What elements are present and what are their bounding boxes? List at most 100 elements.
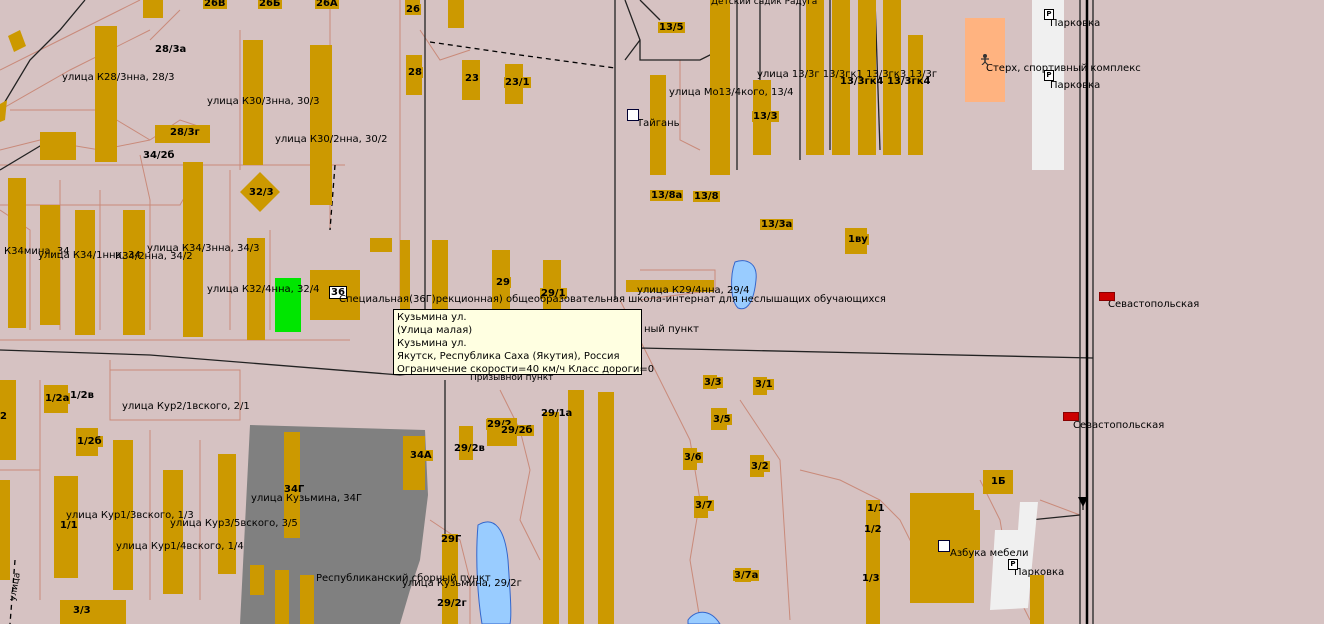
tooltip-line-2: (Улица малая) <box>397 325 473 336</box>
shop-icon[interactable] <box>627 109 639 121</box>
sport-complex-icon[interactable] <box>979 53 991 65</box>
poi-parking-2: Парковка <box>1050 80 1101 91</box>
label-3-7: 3/7 <box>694 500 714 511</box>
label-13-8: 13/8 <box>693 191 720 202</box>
street-k30-3: улица К30/3нна, 30/3 <box>207 96 320 107</box>
label-3-1: 3/1 <box>754 379 774 390</box>
label-13-3: 13/3 <box>752 111 779 122</box>
parking-icon[interactable]: P <box>1044 9 1054 20</box>
label-1vu: 1ву <box>847 234 869 245</box>
street-kur1-4: улица Кур1/4вского, 1/4 <box>116 541 244 552</box>
label-3-5: 3/5 <box>712 414 732 425</box>
shop-icon[interactable] <box>938 540 950 552</box>
label-1-2v: 1/2в <box>70 390 94 401</box>
label-1-2: 1/2 <box>864 524 882 535</box>
label-1-2b: 1/2б <box>76 436 103 447</box>
building <box>75 210 95 335</box>
label-26a: 26А <box>315 0 339 9</box>
building <box>60 600 126 624</box>
label-29g: 29Г <box>441 534 462 545</box>
building <box>448 0 464 28</box>
label-23-1: 23/1 <box>504 77 531 88</box>
tooltip-line-4: Якутск, Республика Саха (Якутия), Россия <box>397 351 620 362</box>
label-29-1a: 29/1а <box>541 408 573 419</box>
street-kur2-1: улица Кур2/1вского, 2/1 <box>122 401 250 412</box>
building <box>95 26 117 162</box>
map-tooltip: Кузьмина ул. (Улица малая) Кузьмина ул. … <box>393 309 655 375</box>
building <box>300 575 314 624</box>
poi-point: ный пункт <box>644 324 699 335</box>
poi-bus-stop-2: Севастопольская <box>1073 420 1165 431</box>
street-29-2g: улица Кузьмина, 29/2г <box>402 578 522 589</box>
bus-stop-icon[interactable] <box>1099 292 1115 301</box>
tooltip-line-1: Кузьмина ул. <box>397 312 467 323</box>
label-34a: 34А <box>409 450 433 461</box>
poi-tailor: Тайгань <box>637 118 680 129</box>
label-32-3: 32/3 <box>249 187 274 198</box>
label-3-2: 3/2 <box>750 461 770 472</box>
label-29-2v: 29/2в <box>454 443 485 454</box>
street-k28-3: улица К28/3нна, 28/3 <box>62 72 175 83</box>
label-23: 23 <box>464 73 480 84</box>
poi-bus-stop-1: Севастопольская <box>1108 299 1200 310</box>
street-kur3-5: улица Кур3/5вского, 3/5 <box>170 518 298 529</box>
label-13-3a: 13/3а <box>760 219 794 230</box>
building <box>1030 575 1044 624</box>
building <box>310 45 332 205</box>
label-28-3g: 28/3г <box>170 127 200 138</box>
street-k34-3: улица К34/3нна, 34/3 <box>147 243 260 254</box>
building <box>275 570 289 624</box>
street-k29-4: улица К29/4нна, 29/4 <box>637 285 750 296</box>
label-13-8a: 13/8а <box>650 190 684 201</box>
parking-icon[interactable]: P <box>1008 559 1018 570</box>
label-1-3: 1/3 <box>862 573 880 584</box>
building-rot-1 <box>8 30 26 52</box>
street-13-3gk4: 13/3гк4 13/3гк4 <box>840 76 931 87</box>
poi-furniture: Азбука мебели <box>950 548 1029 559</box>
label-29-2b: 29/2б <box>500 425 534 436</box>
tooltip-line-5: Ограничение скорости=40 км/ч Класс дорог… <box>397 364 655 375</box>
parking-icon[interactable]: P <box>1044 70 1054 81</box>
bus-stop-icon[interactable] <box>1063 412 1079 421</box>
label-3-7a: 3/7а <box>733 570 760 581</box>
street-k32-4: улица К32/4нна, 32/4 <box>207 284 320 295</box>
label-3-3-bottom: 3/3 <box>72 605 92 616</box>
poi-sport-complex: Стерх, спортивный комплекс <box>986 63 1141 74</box>
label-kindergarten: Детский садик Радуга <box>711 0 818 7</box>
building <box>543 412 559 624</box>
label-3-6: 3/6 <box>683 452 703 463</box>
building <box>370 238 392 252</box>
building <box>143 0 163 18</box>
label-1-1: 1/1 <box>867 503 885 514</box>
label-28: 28 <box>407 67 423 78</box>
label-29: 29 <box>495 277 511 288</box>
building <box>908 35 923 155</box>
label-26v: 26В <box>203 0 227 9</box>
label-26b: 26Б <box>258 0 282 9</box>
label-3-3: 3/3 <box>703 377 723 388</box>
building <box>218 454 236 574</box>
poi-school: Специальная(36Г)рекционная) общеобразова… <box>339 294 886 305</box>
building <box>568 390 584 624</box>
map-view[interactable]: 26В 26Б 26А 26 28/3а 28 23 23/1 13/5 Дет… <box>0 0 1324 624</box>
building-rot-2 <box>0 100 7 122</box>
label-29-2g: 29/2г <box>437 598 467 609</box>
building <box>163 470 183 594</box>
building <box>0 480 10 580</box>
building <box>123 210 145 335</box>
building <box>974 510 980 550</box>
label-2: 2 <box>0 411 8 422</box>
building <box>40 205 60 325</box>
building <box>866 500 880 624</box>
label-13-5: 13/5 <box>658 22 685 33</box>
tooltip-line-3: Кузьмина ул. <box>397 338 467 349</box>
label-34-2b: 34/2б <box>143 150 175 161</box>
building <box>403 436 425 490</box>
label-1b: 1Б <box>990 476 1007 487</box>
street-k30-2: улица К30/2нна, 30/2 <box>275 134 388 145</box>
label-28-3a: 28/3а <box>155 44 187 55</box>
poi-parking-1: Парковка <box>1050 18 1101 29</box>
building <box>40 132 76 160</box>
street-kuzmina-34g: улица Кузьмина, 34Г <box>251 493 363 504</box>
label-1-1-left: 1/1 <box>60 520 78 531</box>
